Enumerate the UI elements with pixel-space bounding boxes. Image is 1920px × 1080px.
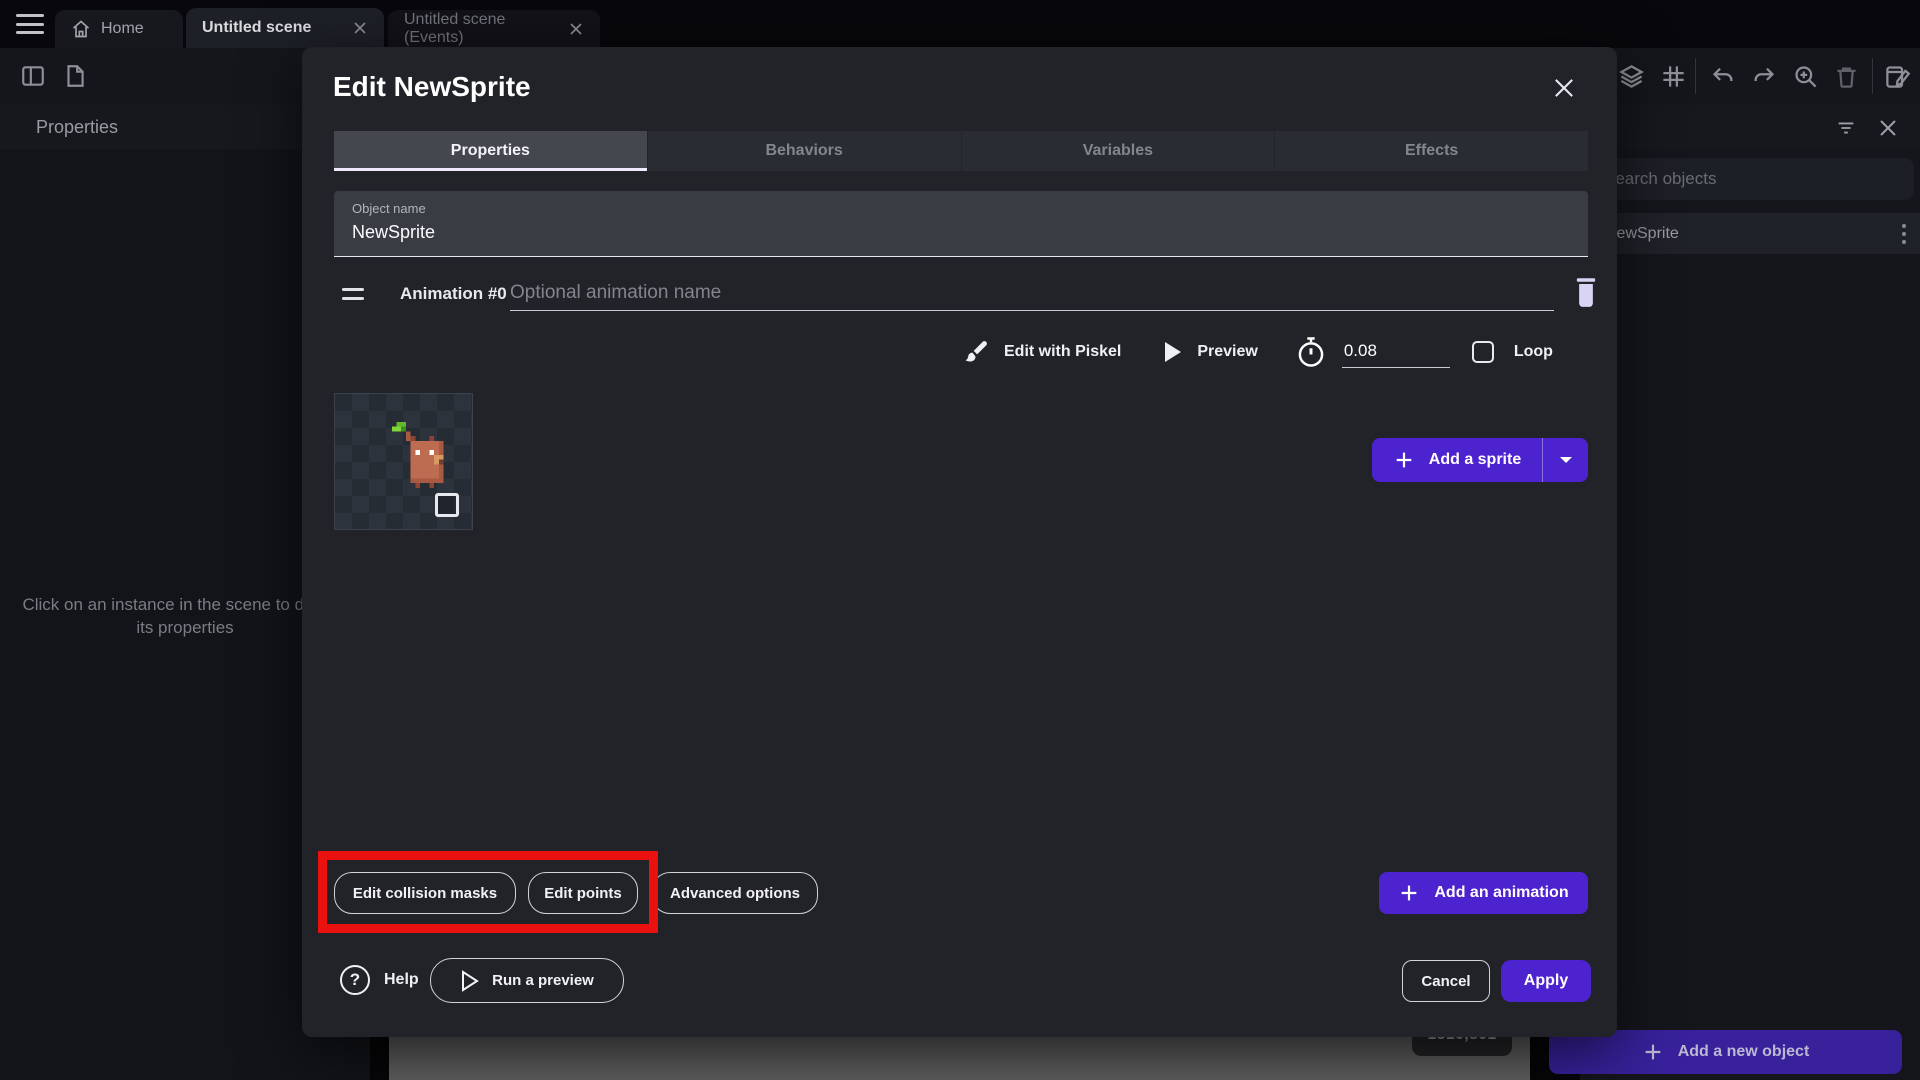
sprite-thumbnail[interactable] (334, 393, 473, 530)
tab-properties[interactable]: Properties (334, 131, 647, 171)
plus-icon (1642, 1041, 1664, 1063)
window-tab-bar: Home Untitled scene Untitled scene (Even… (0, 0, 1920, 48)
tab-behaviors[interactable]: Behaviors (646, 131, 961, 171)
tab-label: Untitled scene (Events) (404, 11, 506, 46)
apply-button[interactable]: Apply (1501, 960, 1591, 1002)
close-tab-icon[interactable] (352, 20, 368, 36)
time-between-frames-input[interactable] (1341, 336, 1450, 368)
tab-untitled-scene[interactable]: Untitled scene (186, 8, 384, 48)
run-preview-button[interactable]: Run a preview (430, 958, 624, 1003)
plus-icon (1398, 882, 1420, 904)
main-menu-icon[interactable] (16, 14, 44, 34)
preview-button[interactable]: Preview (1163, 340, 1258, 364)
grid-icon[interactable] (1660, 63, 1687, 90)
home-icon (71, 19, 91, 39)
object-list-item[interactable]: NewSprite (1585, 213, 1920, 254)
animation-name-input[interactable] (510, 275, 1554, 311)
play-icon (1163, 340, 1183, 364)
close-tab-icon[interactable] (568, 21, 584, 37)
edit-sprite-dialog: Edit NewSprite Properties Behaviors Vari… (302, 47, 1617, 1037)
edit-scene-icon[interactable] (1884, 63, 1911, 90)
object-name-field[interactable]: Object name NewSprite (334, 191, 1588, 257)
layers-icon[interactable] (1618, 63, 1645, 90)
search-objects-input[interactable] (1588, 158, 1914, 200)
play-outline-icon (460, 969, 480, 992)
redo-icon[interactable] (1750, 63, 1777, 90)
kebab-menu-icon[interactable] (1902, 223, 1906, 244)
loop-checkbox[interactable] (1471, 341, 1494, 363)
sprite-select-checkbox[interactable] (435, 493, 459, 517)
pig-sprite-image (391, 422, 444, 488)
edit-with-piskel-button[interactable]: Edit with Piskel (962, 338, 1121, 366)
undo-icon[interactable] (1710, 63, 1737, 90)
delete-animation-icon[interactable] (1572, 276, 1600, 308)
dialog-title: Edit NewSprite (333, 71, 531, 102)
add-animation-button[interactable]: Add an animation (1379, 872, 1588, 914)
advanced-options-button[interactable]: Advanced options (652, 872, 818, 914)
filter-icon[interactable] (1835, 117, 1857, 139)
stopwatch-icon (1296, 336, 1326, 368)
panels-icon[interactable] (20, 63, 47, 90)
edit-points-button[interactable]: Edit points (528, 872, 638, 914)
tab-label: Home (101, 20, 144, 37)
help-button[interactable]: ? Help (340, 960, 419, 1000)
animation-title: Animation #0 (400, 284, 507, 303)
tab-effects[interactable]: Effects (1274, 131, 1588, 171)
question-circle-icon: ? (340, 965, 370, 995)
objects-panel: NewSprite Add a new object (1549, 105, 1920, 1080)
file-icon[interactable] (62, 63, 89, 90)
tab-variables[interactable]: Variables (960, 131, 1275, 171)
toolbar-divider (1695, 58, 1696, 94)
cancel-button[interactable]: Cancel (1402, 960, 1490, 1002)
animation-row: Animation #0 (334, 273, 1596, 317)
dialog-tab-bar: Properties Behaviors Variables Effects (334, 131, 1588, 171)
objects-panel-header (1580, 105, 1920, 150)
drag-handle[interactable] (342, 288, 364, 300)
close-dialog-icon[interactable] (1550, 74, 1578, 102)
object-name-label: Object name (352, 201, 426, 216)
object-name-value: NewSprite (352, 222, 436, 242)
properties-empty-message: Click on an instance in the scene to dis… (22, 595, 348, 637)
close-panel-icon[interactable] (1876, 116, 1900, 140)
add-sprite-dropdown[interactable] (1542, 438, 1588, 482)
loop-label: Loop (1513, 343, 1553, 360)
tab-untitled-scene-events[interactable]: Untitled scene (Events) (388, 10, 600, 48)
tab-home[interactable]: Home (55, 10, 183, 48)
edit-collision-masks-button[interactable]: Edit collision masks (334, 872, 516, 914)
animation-controls-row: Edit with Piskel Preview Loop (962, 330, 1553, 374)
zoom-in-icon[interactable] (1792, 63, 1819, 90)
properties-panel-title: Properties (36, 116, 119, 137)
plus-icon (1393, 449, 1415, 471)
chevron-down-icon (1558, 455, 1574, 465)
add-sprite-button[interactable]: Add a sprite (1372, 438, 1588, 482)
paintbrush-icon (962, 338, 990, 366)
toolbar-divider (1872, 58, 1873, 94)
tab-label: Untitled scene (202, 19, 312, 36)
trash-icon[interactable] (1833, 63, 1860, 90)
